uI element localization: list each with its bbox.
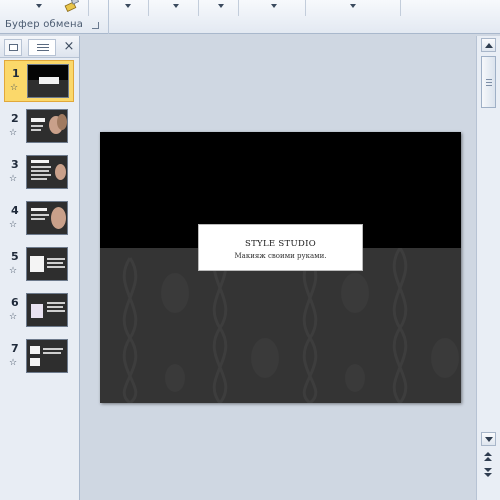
close-panel-button[interactable]: × <box>62 38 76 55</box>
slide-number: 5 <box>11 250 19 263</box>
vertical-scrollbar[interactable] <box>476 36 500 500</box>
slide-thumbnail <box>26 293 68 327</box>
slide-number: 7 <box>11 342 19 355</box>
slide-number: 4 <box>11 204 19 217</box>
title-placeholder[interactable]: STYLE STUDIO Макияж своими руками. <box>198 224 363 271</box>
slide-thumbnail-item[interactable]: 2 ☆ <box>4 106 74 148</box>
chevron-down-icon[interactable] <box>218 4 224 8</box>
animation-star-icon: ☆ <box>9 128 18 138</box>
chevron-down-icon[interactable] <box>125 4 131 8</box>
current-slide[interactable]: STYLE STUDIO Макияж своими руками. <box>100 132 461 403</box>
slide-thumbnail-item[interactable]: 1 ☆ <box>4 60 74 102</box>
arrow-up-icon <box>485 43 493 48</box>
ribbon-group-divider <box>108 0 109 34</box>
clipboard-group-label: Буфер обмена <box>5 19 84 30</box>
animation-star-icon: ☆ <box>9 266 18 276</box>
scrollbar-thumb[interactable] <box>481 56 496 108</box>
slide-thumbnail <box>26 109 68 143</box>
slide-thumbnail <box>26 247 68 281</box>
chevron-down-icon[interactable] <box>271 4 277 8</box>
slides-icon <box>8 44 18 51</box>
ribbon-divider <box>198 0 199 16</box>
slide-number: 6 <box>11 296 19 309</box>
slide-number: 3 <box>11 158 19 171</box>
animation-star-icon: ☆ <box>9 174 18 184</box>
dialog-launcher-icon[interactable] <box>92 22 99 29</box>
arrow-down-icon <box>485 437 493 442</box>
chevron-down-icon[interactable] <box>173 4 179 8</box>
double-arrow-down-icon <box>484 468 492 472</box>
animation-star-icon: ☆ <box>10 83 19 93</box>
chevron-down-icon[interactable] <box>36 4 42 8</box>
scroll-up-button[interactable] <box>481 38 496 52</box>
tab-slides[interactable] <box>4 39 22 56</box>
slide-thumbnail <box>26 155 68 189</box>
tab-outline[interactable] <box>28 39 56 56</box>
ribbon: Буфер обмена <box>0 0 500 34</box>
animation-star-icon: ☆ <box>9 312 18 322</box>
ribbon-divider <box>400 0 401 16</box>
panel-tabs: × <box>0 36 79 58</box>
damask-pattern <box>122 248 459 403</box>
slide-thumbnail-item[interactable]: 7 ☆ <box>4 336 74 378</box>
slide-thumbnail-item[interactable]: 5 ☆ <box>4 244 74 286</box>
next-slide-button[interactable] <box>481 468 496 479</box>
previous-slide-button[interactable] <box>481 452 496 463</box>
ribbon-divider <box>238 0 239 16</box>
slide-number: 2 <box>11 112 19 125</box>
slide-damask-background <box>100 248 461 403</box>
slide-thumbnail <box>26 339 68 373</box>
slide-thumbnail-item[interactable]: 4 ☆ <box>4 198 74 240</box>
ribbon-divider <box>148 0 149 16</box>
animation-star-icon: ☆ <box>9 358 18 368</box>
ribbon-divider <box>305 0 306 16</box>
slide-subtitle[interactable]: Макияж своими руками. <box>199 252 362 260</box>
scroll-down-button[interactable] <box>481 432 496 446</box>
slide-thumbnail <box>27 64 69 98</box>
slide-thumbnail <box>26 201 68 235</box>
format-painter-icon[interactable] <box>64 0 80 12</box>
slide-thumbnail-item[interactable]: 6 ☆ <box>4 290 74 332</box>
slide-title[interactable]: STYLE STUDIO <box>199 239 362 249</box>
slide-editor-area[interactable]: STYLE STUDIO Макияж своими руками. <box>81 36 476 500</box>
slide-thumbnail-item[interactable]: 3 ☆ <box>4 152 74 194</box>
slide-number: 1 <box>12 67 20 80</box>
ribbon-divider <box>88 0 89 16</box>
double-arrow-up-icon <box>484 452 492 456</box>
chevron-down-icon[interactable] <box>350 4 356 8</box>
animation-star-icon: ☆ <box>9 220 18 230</box>
slides-panel: × 1 ☆ 2 ☆ 3 ☆ 4 ☆ 5 ☆ 6 ☆ 7 ☆ <box>0 36 80 500</box>
